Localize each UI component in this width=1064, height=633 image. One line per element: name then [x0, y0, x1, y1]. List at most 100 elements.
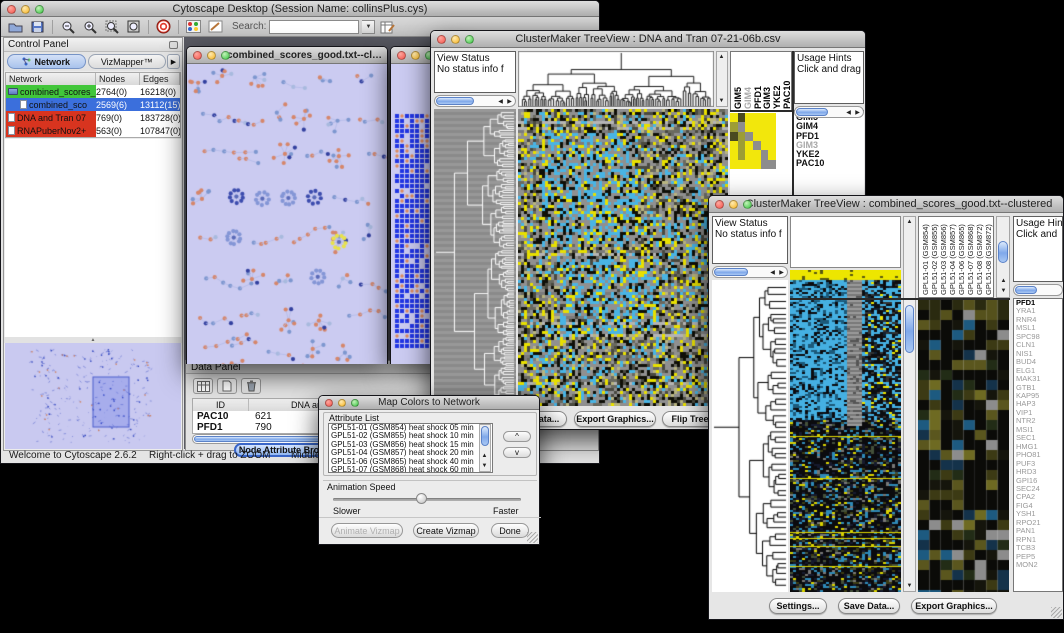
matrix-cell[interactable] — [753, 122, 761, 131]
zoom-button[interactable] — [351, 399, 359, 407]
network-list-row[interactable]: combined_sco2569(6)13112(15) — [6, 98, 180, 111]
labels-vscrollbar[interactable]: ▲ ▼ — [996, 216, 1010, 298]
matrix-cell[interactable] — [730, 160, 738, 169]
usage-hscrollbar[interactable]: ◀ ▶ — [794, 106, 864, 118]
close-button[interactable] — [437, 35, 446, 44]
matrix-cell[interactable] — [738, 160, 746, 169]
matrix-cell[interactable] — [738, 141, 746, 150]
global-vscrollbar[interactable]: ▲ ▼ — [903, 216, 916, 592]
scroll-thumb[interactable] — [481, 426, 489, 446]
save-data-button[interactable]: Save Data... — [838, 598, 900, 614]
scroll-up-icon[interactable]: ▲ — [905, 217, 914, 227]
scroll-up-icon[interactable]: ▲ — [480, 451, 489, 461]
float-panel-icon[interactable] — [169, 41, 178, 49]
resize-grip[interactable] — [527, 532, 538, 543]
matrix-cell[interactable] — [738, 132, 746, 141]
matrix-cell[interactable] — [768, 160, 776, 169]
matrix-cell[interactable] — [730, 132, 738, 141]
column-label[interactable]: GIM4 — [743, 55, 752, 109]
animation-speed-slider[interactable] — [333, 498, 521, 501]
scroll-down-icon[interactable]: ▼ — [717, 96, 726, 106]
attribute-item[interactable]: GPL51-07 (GSM868) heat shock 60 min — [331, 466, 492, 473]
matrix-cell[interactable] — [753, 113, 761, 122]
row-dendrogram-canvas[interactable] — [434, 109, 516, 406]
tab-network[interactable]: Network — [7, 54, 86, 69]
scroll-left-icon[interactable]: ◀ — [768, 268, 777, 278]
treeview2-title-bar[interactable]: ClusterMaker TreeView : combined_scores_… — [709, 196, 1063, 213]
matrix-cell[interactable] — [761, 132, 769, 141]
global-heatmap-canvas[interactable] — [518, 109, 728, 406]
main-title-bar[interactable]: Cytoscape Desktop (Session Name: collins… — [1, 1, 599, 17]
scroll-thumb[interactable] — [436, 97, 474, 105]
attribute-browser-icon[interactable] — [378, 19, 397, 35]
attr-col-id[interactable]: ID — [193, 399, 249, 411]
col-header-edges[interactable]: Edges — [140, 73, 180, 85]
column-dendrogram-canvas[interactable] — [518, 51, 714, 107]
scroll-right-icon[interactable]: ▶ — [777, 268, 786, 278]
matrix-cell[interactable] — [761, 141, 769, 150]
network-overview-canvas[interactable] — [5, 343, 181, 449]
matrix-cell[interactable] — [768, 113, 776, 122]
matrix-cell[interactable] — [730, 141, 738, 150]
scroll-left-icon[interactable]: ◀ — [496, 97, 505, 107]
matrix-cell[interactable] — [753, 150, 761, 159]
network-list-row[interactable]: RNAPuberNov2+563(0)107847(0) — [6, 124, 180, 137]
zoom-out-icon[interactable] — [58, 19, 77, 35]
matrix-cell[interactable] — [753, 132, 761, 141]
row-label[interactable]: MON2 — [1016, 561, 1062, 569]
matrix-cell[interactable] — [730, 113, 738, 122]
matrix-cell[interactable] — [761, 113, 769, 122]
matrix-cell[interactable] — [738, 150, 746, 159]
column-label[interactable]: PFD1 — [753, 55, 762, 109]
move-up-button[interactable]: ^ — [503, 431, 531, 442]
done-button[interactable]: Done — [491, 523, 529, 538]
scroll-thumb[interactable] — [714, 268, 748, 276]
minimize-button[interactable] — [21, 5, 30, 14]
usage-hscrollbar[interactable] — [1013, 284, 1063, 296]
column-label[interactable]: GIM3 — [762, 55, 771, 109]
close-button[interactable] — [715, 200, 724, 209]
matrix-cell[interactable] — [768, 122, 776, 131]
matrix-cell[interactable] — [753, 160, 761, 169]
matrix-cell[interactable] — [738, 113, 746, 122]
zoom-fit-icon[interactable] — [124, 19, 143, 35]
network-window-title-bar[interactable]: combined_scores_good.txt--cluste... — [187, 47, 387, 64]
vizmapper-icon[interactable] — [184, 19, 203, 35]
matrix-cell[interactable] — [761, 122, 769, 131]
tab-vizmapper[interactable]: VizMapper™ — [88, 54, 167, 69]
settings-button[interactable]: Settings... — [769, 598, 827, 614]
column-label[interactable]: YKE2 — [772, 55, 781, 109]
column-label[interactable]: GIM5 — [733, 55, 742, 109]
delete-attribute-trash-icon[interactable] — [241, 378, 261, 394]
column-label[interactable]: GPL51-01 (GSM854) — [921, 219, 930, 295]
save-icon[interactable] — [28, 19, 47, 35]
network-view-canvas[interactable] — [187, 64, 387, 364]
resize-grip[interactable] — [1051, 607, 1062, 618]
attribute-list-vscrollbar[interactable]: ▲ ▼ — [479, 424, 491, 472]
animate-vizmap-button[interactable]: Animate Vizmap — [331, 523, 403, 538]
matrix-cell[interactable] — [745, 160, 753, 169]
row-dendrogram-canvas[interactable] — [712, 280, 788, 592]
scroll-left-icon[interactable]: ◀ — [844, 108, 853, 118]
zoom-button[interactable] — [743, 200, 752, 209]
matrix-cell[interactable] — [745, 141, 753, 150]
matrix-cell[interactable] — [745, 132, 753, 141]
scroll-thumb[interactable] — [796, 108, 828, 116]
matrix-cell[interactable] — [730, 122, 738, 131]
scroll-thumb[interactable] — [1015, 286, 1037, 294]
col-header-nodes[interactable]: Nodes — [96, 73, 140, 85]
new-attribute-icon[interactable] — [217, 378, 237, 394]
zoom-selected-icon[interactable] — [102, 19, 121, 35]
attribute-list[interactable]: GPL51-01 (GSM854) heat shock 05 minGPL51… — [328, 423, 493, 473]
zoom-button[interactable] — [221, 51, 230, 60]
dendro-vscrollbar[interactable]: ▲ ▼ — [716, 51, 728, 107]
matrix-cell[interactable] — [761, 150, 769, 159]
zoom-in-icon[interactable] — [80, 19, 99, 35]
search-dropdown-icon[interactable]: ▼ — [362, 20, 375, 34]
matrix-cell[interactable] — [768, 150, 776, 159]
minimize-button[interactable] — [451, 35, 460, 44]
tab-overflow-arrow[interactable]: ▶ — [167, 54, 180, 69]
scroll-thumb[interactable] — [905, 305, 914, 353]
matrix-cell[interactable] — [745, 113, 753, 122]
select-attributes-icon[interactable] — [193, 378, 213, 394]
